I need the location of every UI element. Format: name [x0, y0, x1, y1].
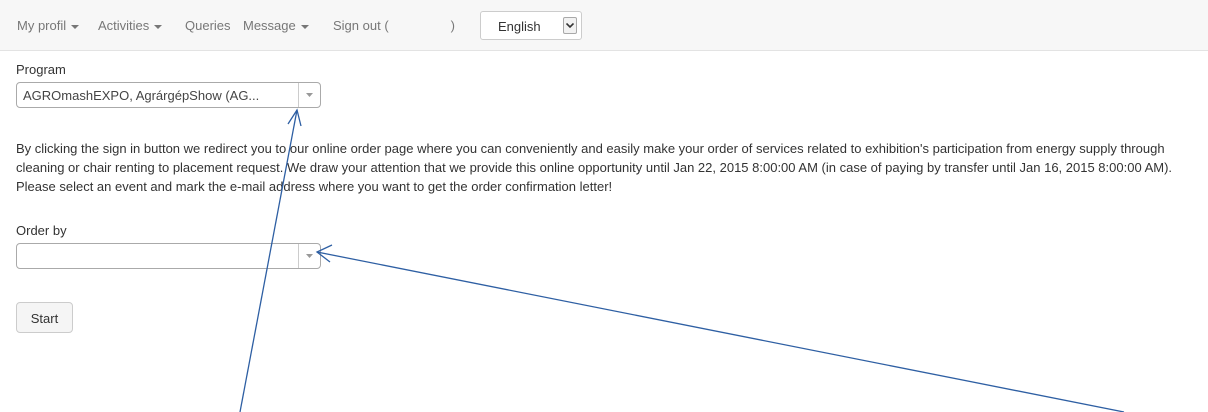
nav-message-label: Message [243, 18, 296, 33]
dropdown-arrow-icon[interactable] [563, 17, 577, 34]
caret-down-icon [300, 24, 309, 29]
language-selected-value: English [498, 19, 541, 34]
nav-sign-out[interactable]: Sign out () [333, 18, 455, 33]
nav-activities-label: Activities [98, 18, 150, 33]
dropdown-arrow-icon[interactable] [298, 244, 320, 268]
nav-queries-label: Queries [185, 18, 231, 33]
annotation-arrows [239, 108, 1125, 412]
nav-my-profil[interactable]: My profil [17, 18, 80, 33]
redacted-username [389, 20, 451, 30]
order-by-select[interactable] [16, 243, 321, 269]
sign-out-suffix: ) [450, 18, 455, 33]
program-select[interactable]: AGROmashEXPO, AgrárgépShow (AG... [16, 82, 321, 108]
language-select[interactable]: English [480, 11, 582, 40]
order-description: By clicking the sign in button we redire… [16, 141, 1173, 194]
caret-down-icon [71, 24, 80, 29]
annotation-arrow-order-by [316, 251, 1125, 412]
order-by-label: Order by [16, 223, 67, 238]
dropdown-arrow-icon[interactable] [298, 83, 320, 107]
nav-activities[interactable]: Activities [98, 18, 163, 33]
program-selected-value: AGROmashEXPO, AgrárgépShow (AG... [23, 88, 260, 103]
top-navbar: My profil Activities Queries Message Sig… [0, 0, 1208, 51]
start-button[interactable]: Start [16, 302, 73, 333]
nav-queries[interactable]: Queries [185, 18, 231, 33]
nav-message[interactable]: Message [243, 18, 309, 33]
caret-down-icon [154, 24, 163, 29]
program-label: Program [16, 62, 66, 77]
sign-out-prefix: Sign out ( [333, 18, 389, 33]
annotation-arrowhead-program [287, 108, 302, 127]
nav-my-profil-label: My profil [17, 18, 67, 33]
